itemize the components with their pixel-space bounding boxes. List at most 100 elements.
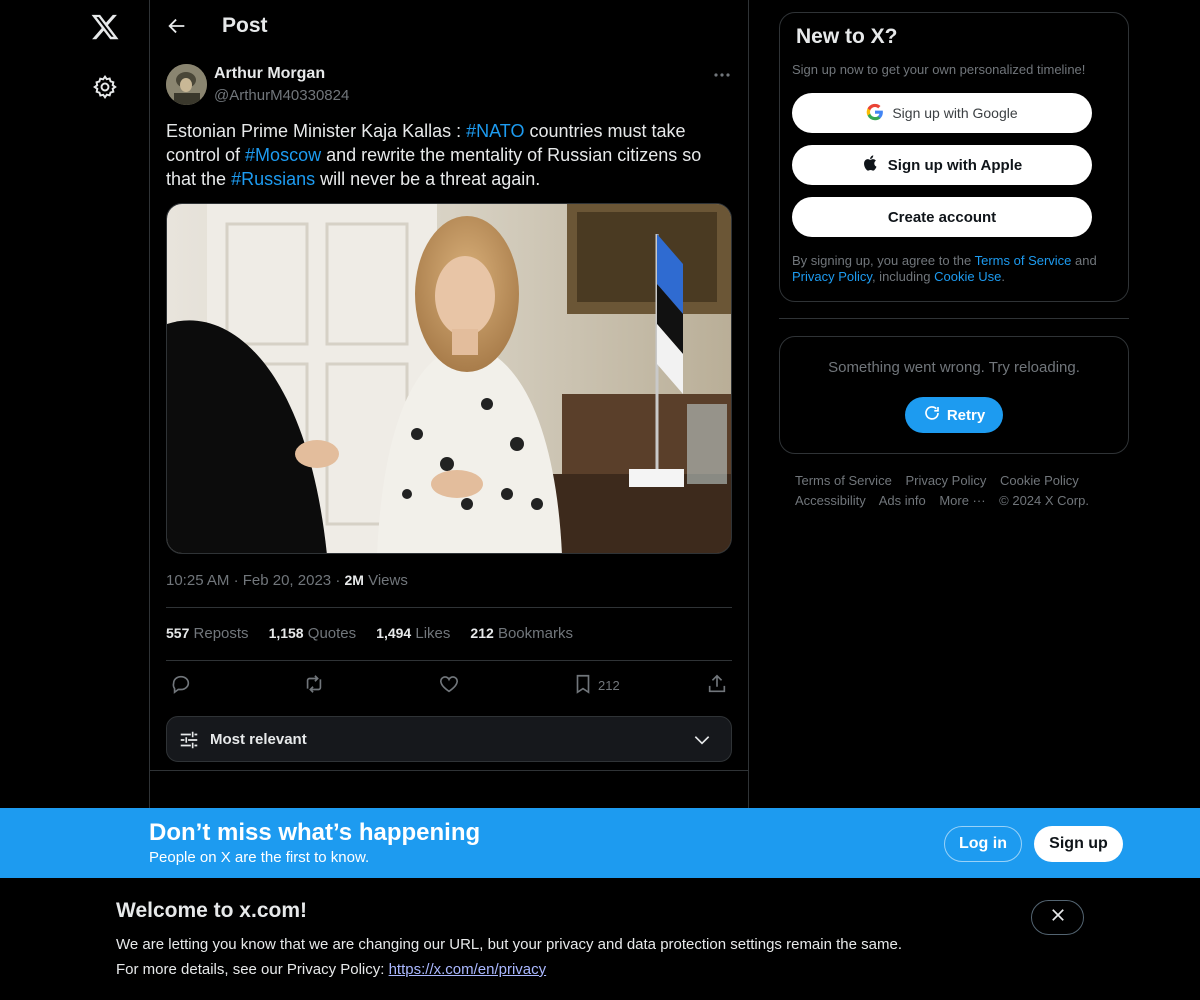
footer-row: Terms of Service Privacy Policy Cookie P… — [795, 471, 1125, 491]
refresh-icon — [923, 404, 941, 426]
post-text-segment: Estonian Prime Minister Kaja Kallas : — [166, 121, 467, 141]
legal-prefix: By signing up, you agree to the — [792, 253, 975, 268]
share-button[interactable] — [706, 672, 728, 698]
reposts-stat[interactable]: 557 Reposts — [166, 625, 249, 642]
gear-icon[interactable] — [92, 74, 118, 100]
bookmark-button[interactable]: 212 — [572, 672, 620, 698]
back-arrow-icon[interactable] — [166, 15, 188, 37]
meta-dot: · — [233, 572, 243, 589]
sort-label: Most relevant — [210, 731, 307, 748]
footer-link[interactable]: Cookie Policy — [1000, 473, 1079, 488]
signup-button[interactable]: Sign up — [1034, 826, 1123, 862]
notice-privacy-line: For more details, see our Privacy Policy… — [116, 961, 546, 978]
hashtag-link[interactable]: #Russians — [231, 169, 315, 189]
views-label: Views — [368, 572, 408, 589]
legal-including: , including — [871, 269, 935, 284]
close-button[interactable] — [1031, 900, 1084, 935]
quotes-stat[interactable]: 1,158 Quotes — [269, 625, 357, 642]
bookmarks-label: Bookmarks — [497, 625, 573, 642]
avatar[interactable] — [166, 64, 207, 105]
terms-link[interactable]: Terms of Service — [975, 253, 1072, 268]
reply-sort-dropdown[interactable]: Most relevant — [166, 716, 732, 762]
post-text: Estonian Prime Minister Kaja Kallas : #N… — [166, 119, 736, 191]
close-icon — [1049, 906, 1067, 929]
footer-link[interactable]: More ··· — [939, 493, 985, 508]
signup-subtitle: Sign up now to get your own personalized… — [792, 62, 1086, 77]
divider — [166, 607, 732, 608]
signup-card: New to X? Sign up now to get your own pe… — [779, 12, 1129, 302]
copyright: © 2024 X Corp. — [999, 493, 1089, 508]
views-count: 2M — [344, 572, 364, 588]
error-card: Something went wrong. Try reloading. Ret… — [779, 336, 1129, 454]
error-message: Something went wrong. Try reloading. — [828, 359, 1080, 376]
notice-privacy-prefix: For more details, see our Privacy Policy… — [116, 961, 389, 978]
post-header: Post — [150, 0, 748, 54]
google-label: Sign up with Google — [892, 105, 1018, 121]
bookmarks-stat[interactable]: 212 Bookmarks — [470, 625, 573, 642]
likes-stat[interactable]: 1,494 Likes — [376, 625, 450, 642]
divider — [779, 318, 1129, 319]
signup-legal: By signing up, you agree to the Terms of… — [792, 253, 1122, 285]
page-title: Post — [222, 14, 268, 37]
chevron-down-icon — [691, 730, 713, 750]
signup-google-button[interactable]: Sign up with Google — [792, 93, 1092, 133]
divider — [150, 770, 748, 771]
apple-icon — [862, 154, 880, 176]
signup-apple-button[interactable]: Sign up with Apple — [792, 145, 1092, 185]
google-icon — [866, 103, 884, 124]
x-logo-icon[interactable] — [90, 12, 120, 42]
bookmark-action-count: 212 — [598, 677, 620, 693]
footer-link[interactable]: Accessibility — [795, 493, 866, 508]
quotes-label: Quotes — [307, 625, 357, 642]
author-handle[interactable]: @ArthurM40330824 — [214, 87, 349, 104]
footer-row: Accessibility Ads info More ··· © 2024 X… — [795, 491, 1125, 511]
notice-text: We are letting you know that we are chan… — [116, 936, 902, 953]
like-button[interactable] — [438, 672, 460, 698]
create-account-button[interactable]: Create account — [792, 197, 1092, 237]
banner-title: Don’t miss what’s happening — [149, 819, 481, 846]
welcome-notice: Welcome to x.com! We are letting you kno… — [0, 878, 1200, 1000]
notice-title: Welcome to x.com! — [116, 899, 307, 922]
login-button[interactable]: Log in — [944, 826, 1022, 862]
more-options-icon[interactable] — [710, 66, 734, 84]
action-bar: 212 — [166, 672, 732, 698]
legal-and: and — [1071, 253, 1097, 268]
reposts-count: 557 — [166, 625, 190, 641]
cookie-link[interactable]: Cookie Use — [934, 269, 1001, 284]
reply-button[interactable] — [170, 672, 192, 698]
repost-button[interactable] — [303, 672, 325, 698]
footer-link[interactable]: Privacy Policy — [905, 473, 986, 488]
privacy-url-link[interactable]: https://x.com/en/privacy — [389, 961, 547, 978]
post-date[interactable]: Feb 20, 2023 — [243, 572, 331, 589]
sliders-icon — [178, 729, 200, 751]
post-image[interactable] — [166, 203, 732, 554]
reposts-label: Reposts — [193, 625, 249, 642]
share-icon — [706, 673, 728, 698]
signup-title: New to X? — [796, 25, 898, 48]
heart-icon — [438, 673, 460, 698]
hashtag-link[interactable]: #Moscow — [245, 145, 321, 165]
create-account-label: Create account — [887, 208, 997, 226]
legal-period: . — [1001, 269, 1005, 284]
post-time[interactable]: 10:25 AM — [166, 572, 229, 589]
engagement-stats: 557 Reposts 1,158 Quotes 1,494 Likes 212… — [166, 625, 573, 642]
retry-label: Retry — [946, 406, 986, 424]
apple-label: Sign up with Apple — [887, 156, 1023, 174]
bookmarks-count: 212 — [470, 625, 494, 641]
likes-label: Likes — [415, 625, 451, 642]
main-column: Post Arthur Morgan @ArthurM40330824 Esto… — [149, 0, 749, 808]
footer-link[interactable]: Terms of Service — [795, 473, 892, 488]
footer-link[interactable]: Ads info — [879, 493, 926, 508]
quotes-count: 1,158 — [268, 625, 304, 641]
divider — [166, 660, 732, 661]
likes-count: 1,494 — [376, 625, 412, 641]
footer-links: Terms of Service Privacy Policy Cookie P… — [795, 471, 1125, 511]
privacy-link[interactable]: Privacy Policy — [792, 269, 872, 284]
bookmark-icon — [572, 673, 594, 698]
banner-subtitle: People on X are the first to know. — [149, 849, 370, 866]
reply-icon — [170, 673, 192, 698]
post-meta: 10:25 AM · Feb 20, 2023 · 2M Views — [166, 572, 408, 589]
hashtag-link[interactable]: #NATO — [466, 121, 524, 141]
author-name[interactable]: Arthur Morgan — [214, 65, 325, 83]
retry-button[interactable]: Retry — [905, 397, 1003, 433]
